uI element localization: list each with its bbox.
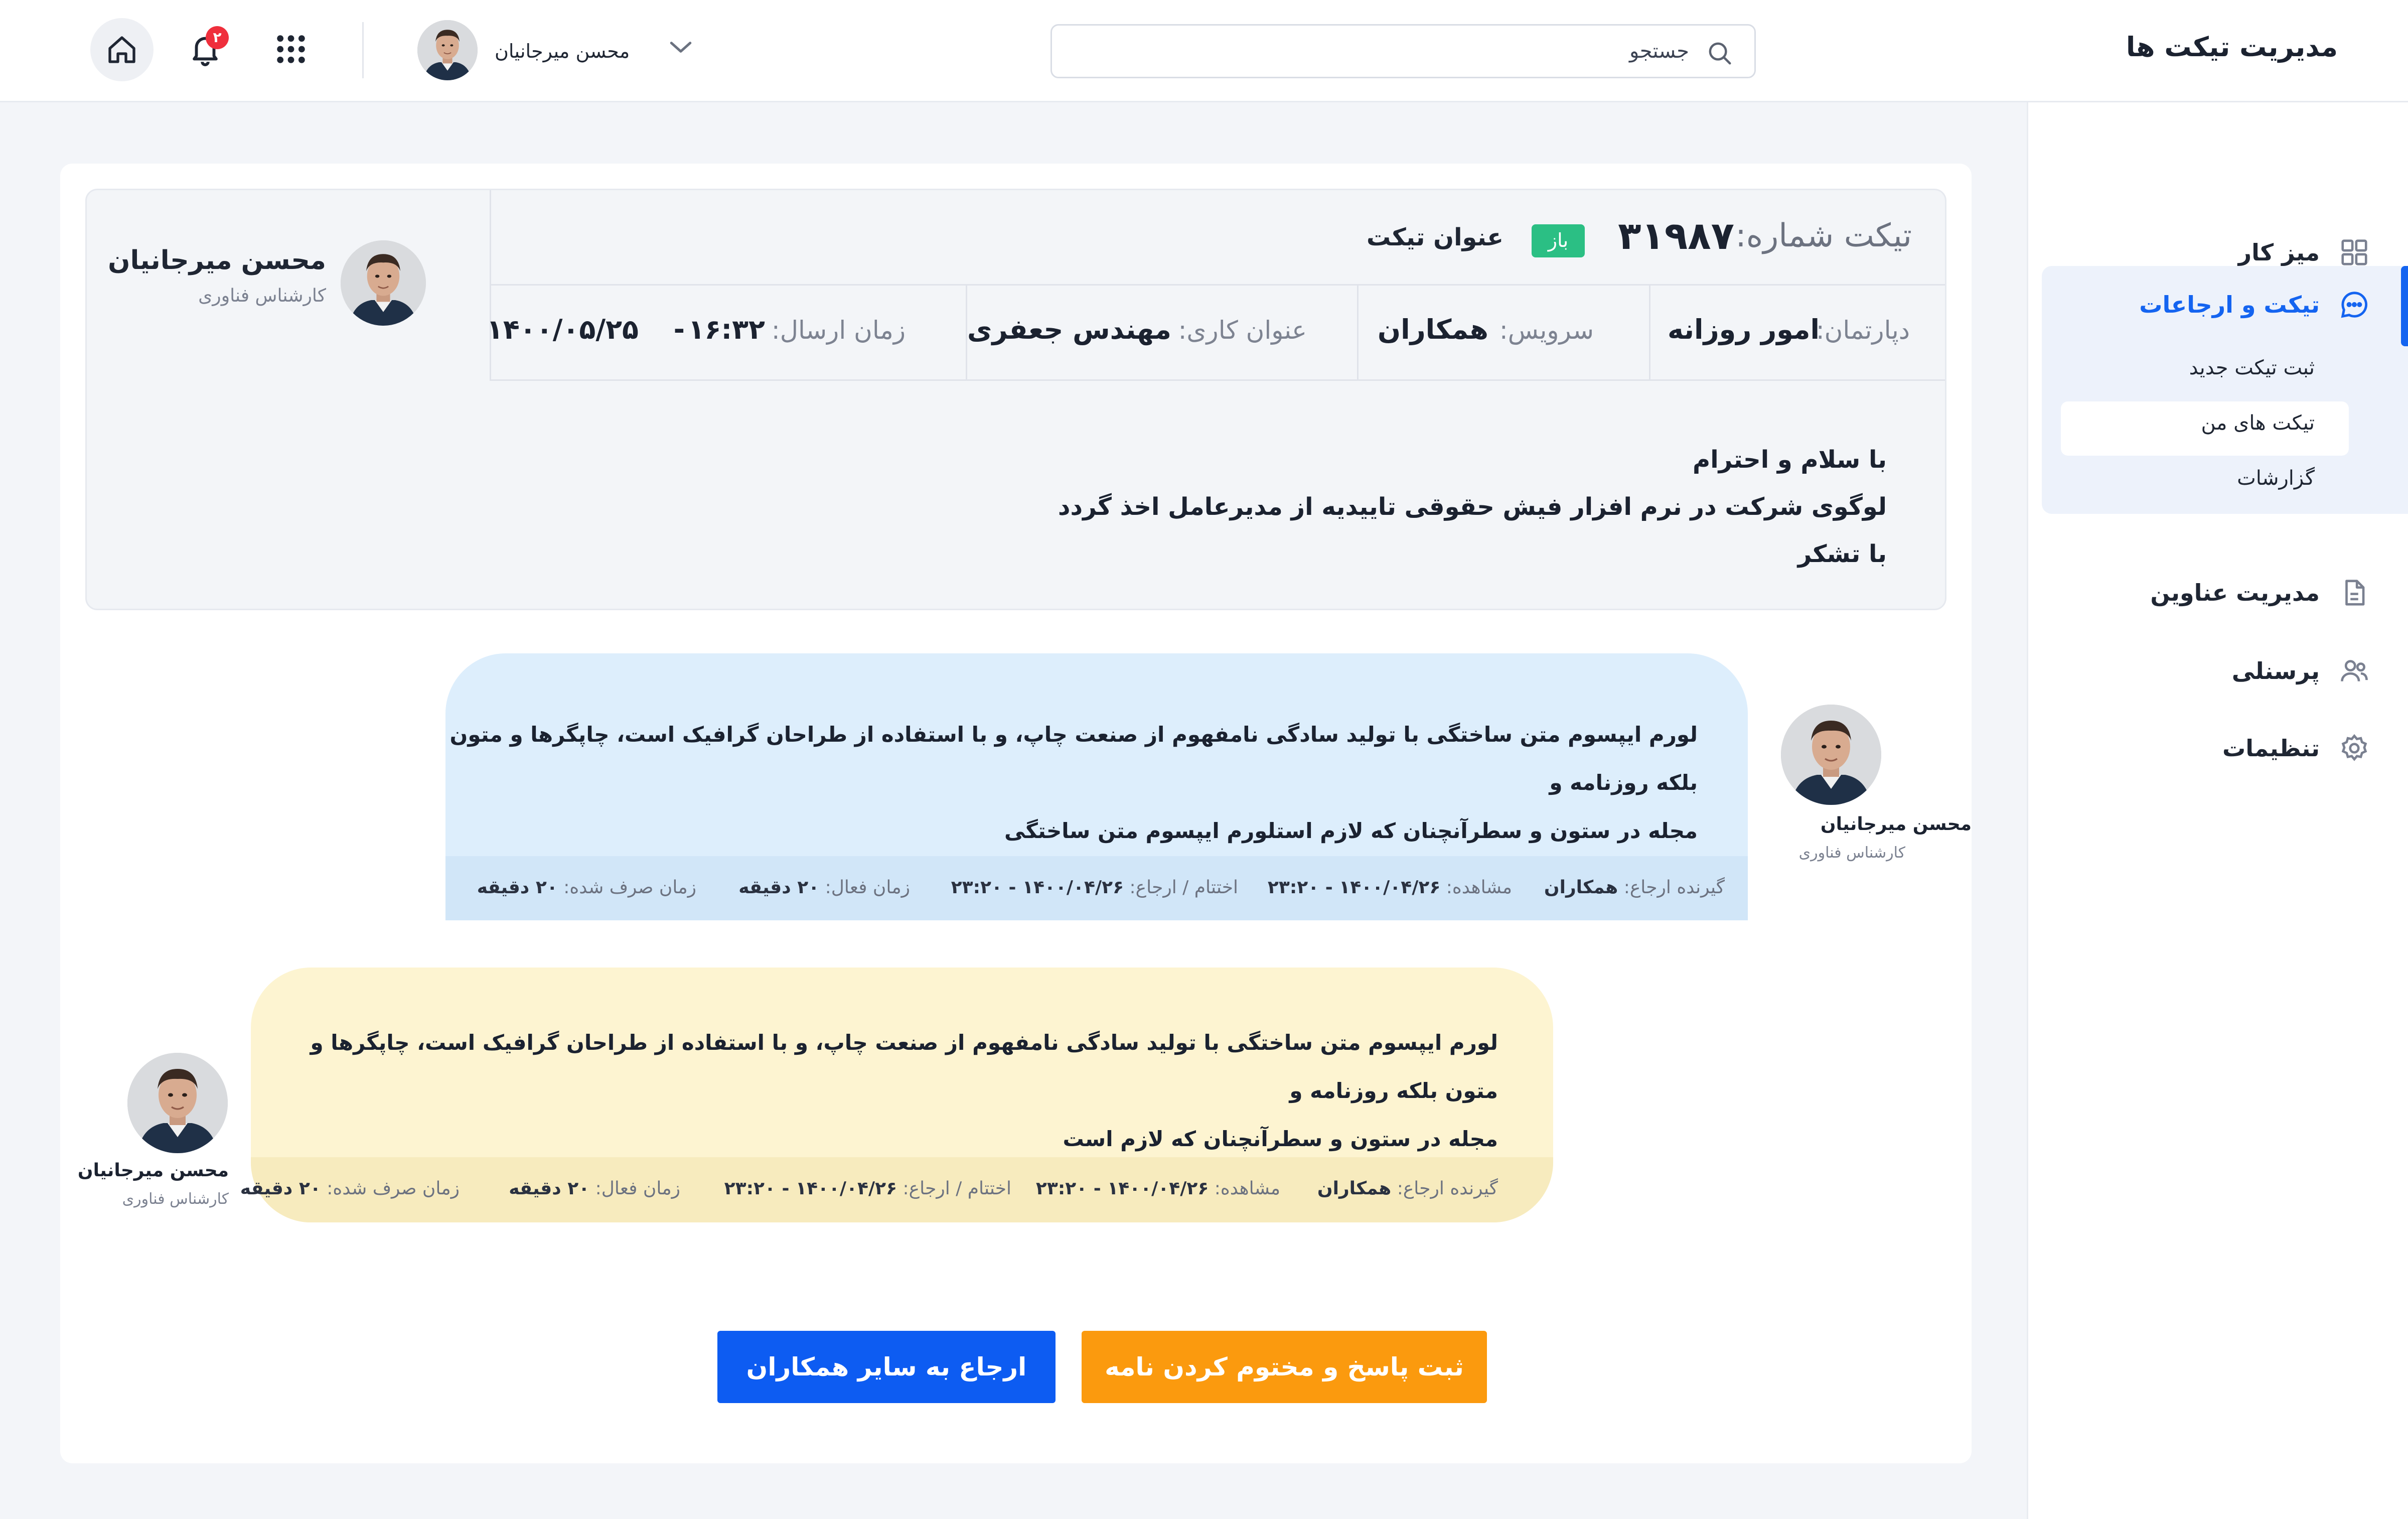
spent-time-meta: زمان صرف شده: ۲۰ دقیقه [477,877,696,898]
dashboard-icon [2341,239,2367,265]
message-author-role: کارشناس فناوری [122,1190,229,1208]
spent-time-meta: زمان صرف شده: ۲۰ دقیقه [240,1178,460,1199]
closed-meta: اختتام / ارجاع: ۱۴۰۰/۰۴/۲۶ - ۲۳:۲۰ [724,1178,1011,1199]
avatar [127,1053,228,1153]
status-badge: باز [1532,224,1585,257]
chevron-down-icon[interactable] [668,38,693,56]
job-title-label: عنوان کاری: [1178,316,1307,345]
sidebar-item-label: پرسنلی [2231,657,2320,684]
department-cell: دپارتمان: امور روزانه [1649,286,1945,381]
search-input[interactable]: جستجو [1629,40,1689,63]
sidebar-item-label: تیکت و ارجاعات [2139,291,2320,318]
active-time-meta: زمان فعال: ۲۰ دقیقه [509,1178,680,1199]
submenu-reports[interactable]: گزارشات [2237,467,2315,490]
search-box[interactable]: جستجو [1050,24,1756,78]
message-line: مجله در ستون و سطرآنچنان که لازم استلورم… [1004,818,1698,843]
body-line: لوگوی شرکت در نرم افزار فیش حقوقی تاییدی… [1058,493,1887,521]
submenu-new-ticket[interactable]: ثبت تیکت جدید [2189,356,2315,379]
sent-separator: - [673,314,685,345]
avatar [341,240,426,326]
requester-role: کارشناس فناوری [198,286,326,306]
home-icon[interactable] [106,34,138,66]
sidebar: میز کار تیکت و ارجاعات ثبت تیکت جدید تیک… [2027,102,2408,1519]
home-button[interactable] [90,18,154,81]
ticket-card: محسن میرجانیان کارشناس فناوری تیکت شماره… [60,164,1972,1463]
search-icon[interactable] [1706,40,1733,67]
body-line: با سلام و احترام [1693,446,1887,474]
service-value: همکاران [1377,314,1488,345]
avatar [1781,705,1881,805]
department-value: امور روزانه [1668,314,1820,345]
job-title-cell: عنوان کاری: مهندس جعفری [966,286,1357,381]
sent-time: ۱۶:۳۲ [688,314,765,345]
top-bar: مدیریت تیکت ها جستجو محسن میرجانیان ۲ [0,0,2408,102]
submenu-my-tickets[interactable]: تیکت های من [2201,411,2315,435]
message-line: لورم ایپسوم متن ساختگی با تولید سادگی نا… [310,1030,1498,1103]
gear-icon [2341,734,2367,761]
document-icon [2345,580,2365,606]
message-text: لورم ایپسوم متن ساختگی با تولید سادگی نا… [251,1019,1498,1163]
ticket-title: عنوان تیکت [1367,223,1503,251]
message-text: لورم ایپسوم متن ساختگی با تولید سادگی نا… [445,711,1698,855]
message-author: محسن میرجانیان [77,1160,229,1181]
seen-meta: مشاهده: ۱۴۰۰/۰۴/۲۶ - ۲۳:۲۰ [1035,1178,1280,1199]
message-bubble: لورم ایپسوم متن ساختگی با تولید سادگی نا… [445,653,1748,920]
app-title: مدیریت تیکت ها [2126,31,2338,63]
body-line: با تشکر [1797,540,1887,568]
seen-meta: مشاهده: ۱۴۰۰/۰۴/۲۶ - ۲۳:۲۰ [1267,877,1512,898]
message-footer: گیرنده ارجاع: همکاران مشاهده: ۱۴۰۰/۰۴/۲۶… [240,1157,1553,1222]
sent-time-cell: زمان ارسال: ۱۶:۳۲ - ۱۴۰۰/۰۵/۲۵ [486,286,966,381]
sidebar-item-label: میز کار [2238,239,2320,266]
ticket-number: ۳۱۹۸۷ [1618,213,1734,258]
closed-meta: اختتام / ارجاع: ۱۴۰۰/۰۴/۲۶ - ۲۳:۲۰ [951,877,1238,898]
divider [362,22,364,78]
message-line: مجله در ستون و سطرآنچنان که لازم است [1063,1127,1498,1151]
user-name[interactable]: محسن میرجانیان [495,40,630,62]
sidebar-item-titles[interactable]: مدیریت عناوین [2064,564,2370,619]
message-footer: گیرنده ارجاع: همکاران مشاهده: ۱۴۰۰/۰۴/۲۶… [445,856,1748,920]
message-author-role: کارشناس فناوری [1798,844,1905,862]
requester-panel: محسن میرجانیان کارشناس فناوری [87,190,491,381]
department-label: دپارتمان: [1816,316,1910,345]
receiver-meta: گیرنده ارجاع: همکاران [1317,1178,1498,1199]
avatar[interactable] [417,20,478,80]
requester-name: محسن میرجانیان [108,245,326,275]
notification-badge: ۲ [206,26,229,49]
sidebar-item-personnel[interactable]: پرسنلی [2064,642,2370,698]
message-bubble: لورم ایپسوم متن ساختگی با تولید سادگی نا… [240,968,1553,1222]
ticket-meta-row: دپارتمان: امور روزانه سرویس: همکاران عنو… [486,286,1945,381]
sidebar-item-tickets[interactable]: تیکت و ارجاعات [2064,276,2370,331]
ticket-header: محسن میرجانیان کارشناس فناوری تیکت شماره… [85,189,1946,610]
sidebar-item-settings[interactable]: تنظیمات [2064,720,2370,775]
users-icon [2341,660,2368,681]
message-line: لورم ایپسوم متن ساختگی با تولید سادگی نا… [449,722,1698,795]
service-cell: سرویس: همکاران [1357,286,1649,381]
reply-and-close-button[interactable]: ثبت پاسخ و مختوم کردن نامه [1082,1331,1487,1403]
ticket-number-label: تیکت شماره: [1735,217,1912,254]
sent-label: زمان ارسال: [771,316,906,345]
active-indicator [2401,266,2408,346]
active-time-meta: زمان فعال: ۲۰ دقیقه [738,877,910,898]
sidebar-item-label: تنظیمات [2222,735,2320,762]
service-label: سرویس: [1499,316,1594,345]
refer-to-colleagues-button[interactable]: ارجاع به سایر همکاران [717,1331,1056,1403]
chat-icon [2341,292,2367,318]
user-menu[interactable]: محسن میرجانیان [417,20,643,82]
ticket-title-row: تیکت شماره: ۳۱۹۸۷ باز عنوان تیکت [491,190,1945,286]
receiver-meta: گیرنده ارجاع: همکاران [1544,877,1725,898]
ticket-body: با سلام و احترام لوگوی شرکت در نرم افزار… [1058,436,1887,578]
apps-grid-icon[interactable] [275,33,307,65]
sent-date: ۱۴۰۰/۰۵/۲۵ [486,314,639,345]
message-author: محسن میرجانیان [1820,814,1972,835]
sidebar-item-label: مدیریت عناوین [2150,579,2320,606]
job-title-value: مهندس جعفری [967,314,1171,345]
